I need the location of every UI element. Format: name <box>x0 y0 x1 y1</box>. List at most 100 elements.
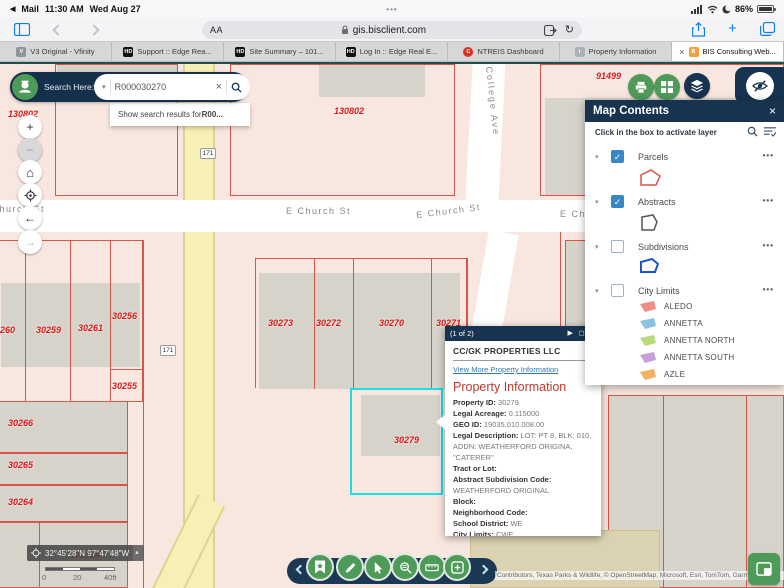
layer-options-icon[interactable]: ••• <box>763 196 774 205</box>
scale-bar <box>45 567 115 571</box>
tab-login-edge[interactable]: HDLog In :: Edge Real E... <box>336 42 448 61</box>
expand-layer-icon[interactable]: ▾ <box>595 198 599 206</box>
query-tool-button[interactable] <box>391 553 419 581</box>
layers-icon <box>690 79 704 93</box>
tab-favicon: C <box>463 47 473 57</box>
select-cursor-icon <box>372 561 385 574</box>
abstracts-swatch <box>637 213 663 233</box>
basemap-gallery-button[interactable] <box>654 74 680 100</box>
parcel-block[interactable] <box>230 64 455 196</box>
layer-checkbox-city-limits[interactable] <box>611 284 624 297</box>
parcel-block[interactable] <box>0 240 143 402</box>
tab-favicon: HD <box>346 47 356 57</box>
close-panel-icon[interactable]: × <box>769 104 776 118</box>
expand-layer-icon[interactable]: ▾ <box>595 153 599 161</box>
tab-property-information[interactable]: iProperty Information <box>560 42 672 61</box>
map-contents-panel: Map Contents × Click in the box to activ… <box>585 100 784 385</box>
expand-layer-icon[interactable]: ▾ <box>595 243 599 251</box>
search-icon[interactable] <box>231 82 242 93</box>
mascot-icon[interactable] <box>12 74 38 100</box>
divider <box>226 80 227 94</box>
search-type-dropdown-icon[interactable]: ▾ <box>102 83 106 91</box>
share-icon[interactable] <box>692 22 705 37</box>
measure-tool-button[interactable] <box>418 553 446 581</box>
tab-label: Support :: Edge Rea... <box>137 47 211 56</box>
layers-button[interactable] <box>684 73 710 99</box>
layer-search-icon[interactable] <box>747 126 758 137</box>
toolbar-scroll-left-icon[interactable] <box>296 565 306 575</box>
sidebar-toggle-icon[interactable] <box>14 23 30 36</box>
status-bar: ◀ Mail 11:30 AM Wed Aug 27 ••• 86% <box>0 0 784 18</box>
select-tool-button[interactable] <box>364 553 392 581</box>
tab-support-edge[interactable]: HDSupport :: Edge Rea... <box>112 42 224 61</box>
layer-checkbox-subdivisions[interactable] <box>611 240 624 253</box>
lock-icon <box>341 25 349 35</box>
field-city-limits: City Limits: CWE <box>453 529 593 536</box>
search-input[interactable] <box>115 82 212 92</box>
layer-row-subdivisions[interactable]: ▾ Subdivisions ••• <box>585 240 784 256</box>
zoom-in-button[interactable]: + <box>18 115 42 139</box>
search-suggestion[interactable]: Show search results for R00... <box>110 103 250 126</box>
tab-overview-icon[interactable] <box>760 22 775 36</box>
back-button[interactable] <box>52 24 63 35</box>
layer-filter-icon[interactable] <box>764 126 776 137</box>
draw-tool-button[interactable] <box>336 553 364 581</box>
popup-callout-arrow <box>436 414 446 430</box>
city-swatch <box>640 301 656 312</box>
tab-close-icon[interactable]: × <box>679 47 684 57</box>
legend-name: AZLE <box>664 370 685 379</box>
field-property-id: Property ID: 30279 <box>453 397 593 408</box>
layer-row-abstracts[interactable]: ▾ ✓ Abstracts ••• <box>585 195 784 211</box>
bookmarks-tool-button[interactable] <box>306 553 334 581</box>
url-text[interactable]: gis.bisclient.com <box>353 25 426 36</box>
popup-header[interactable]: (1 of 2) ▶ ◻ × <box>445 326 601 341</box>
property-popup: (1 of 2) ▶ ◻ × CC/GK PROPERTIES LLC View… <box>445 326 601 536</box>
parcel-label: 30261 <box>78 323 103 333</box>
toolbar-scroll-right-icon[interactable] <box>479 565 489 575</box>
overview-map-button[interactable] <box>748 553 780 585</box>
popup-pager: (1 of 2) <box>450 329 474 338</box>
map-attribution: Contributors, Texas Parks & Wildlife, © … <box>495 571 784 580</box>
printer-icon <box>634 81 648 94</box>
layer-options-icon[interactable]: ••• <box>763 241 774 250</box>
reload-icon[interactable]: ↻ <box>565 25 574 36</box>
search-prompt-label: Search Here: <box>44 82 94 92</box>
text-size-button[interactable]: AA <box>210 25 223 35</box>
coordinates-expand-icon[interactable]: ▴ <box>130 545 144 561</box>
expand-layer-icon[interactable]: ▾ <box>595 287 599 295</box>
extensions-icon[interactable] <box>544 25 557 36</box>
home-extent-button[interactable]: ⌂ <box>18 160 42 184</box>
popup-next-icon[interactable]: ▶ <box>568 329 573 339</box>
layer-options-icon[interactable]: ••• <box>763 285 774 294</box>
coordinates-text: 32°45'28"N 97°47'48"W <box>45 549 129 558</box>
tab-ntreis-dashboard[interactable]: CNTREIS Dashboard <box>448 42 560 61</box>
parcel-label: 30273 <box>268 318 293 328</box>
print-button[interactable] <box>628 74 654 100</box>
forward-button[interactable] <box>88 24 99 35</box>
clear-search-icon[interactable]: × <box>216 82 222 93</box>
zoom-out-button[interactable]: − <box>18 138 42 162</box>
locate-me-button[interactable] <box>18 183 42 207</box>
next-extent-button[interactable]: → <box>18 230 42 254</box>
layer-row-city-limits[interactable]: ▾ City Limits ••• <box>585 284 784 300</box>
tab-bis-consulting-active[interactable]: ×BBIS Consulting Web... <box>672 42 784 61</box>
layer-row-parcels[interactable]: ▾ ✓ Parcels ••• <box>585 150 784 166</box>
new-tab-icon[interactable]: + <box>728 20 737 37</box>
layer-checkbox-abstracts[interactable]: ✓ <box>611 195 624 208</box>
layer-hint-text: Click in the box to activate layer <box>595 128 717 137</box>
tab-site-summary[interactable]: HDSite Summary – 101... <box>224 42 336 61</box>
legend-item-annetta-north: ANNETTA NORTH <box>640 334 735 346</box>
map-contents-header[interactable]: Map Contents × <box>585 100 784 122</box>
address-bar[interactable]: AA gis.bisclient.com ↻ <box>202 21 582 39</box>
previous-extent-button[interactable]: ← <box>18 206 42 230</box>
view-more-link[interactable]: View More Property Information <box>453 365 593 374</box>
gis-map-canvas[interactable]: E Church St E Church St E Church St E Ch… <box>0 62 784 588</box>
tab-v3-original[interactable]: VV3 Original - Vfinity <box>0 42 112 61</box>
hide-ui-button[interactable] <box>746 72 774 100</box>
layer-options-icon[interactable]: ••• <box>763 151 774 160</box>
add-data-tool-button[interactable] <box>443 553 471 581</box>
popup-maximize-icon[interactable]: ◻ <box>579 329 585 339</box>
multitasking-handle[interactable]: ••• <box>0 5 784 14</box>
layer-checkbox-parcels[interactable]: ✓ <box>611 150 624 163</box>
coordinates-widget[interactable]: 32°45'28"N 97°47'48"W <box>27 545 133 561</box>
